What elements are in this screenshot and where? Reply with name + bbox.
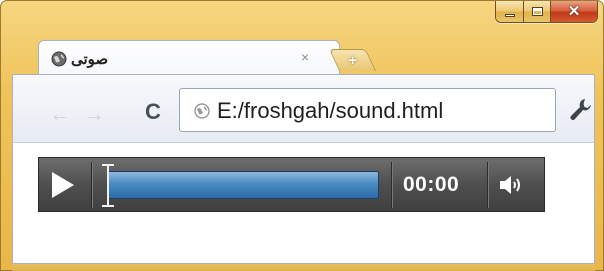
maximize-button[interactable] (523, 1, 550, 22)
seek-handle[interactable] (102, 162, 114, 208)
reload-button[interactable]: C (145, 99, 161, 125)
tab-title: صوتی (71, 51, 109, 68)
window-bottom-frame (12, 263, 595, 271)
close-icon: ✕ (567, 3, 581, 20)
window-caption-buttons: ✕ (495, 1, 598, 23)
plus-icon: + (348, 52, 358, 69)
audio-player: 00:00 (38, 157, 545, 212)
browser-window: ✕ صوتی × + ← → C E:/froshgah/sound.html (0, 0, 604, 271)
seek-bar[interactable] (107, 171, 379, 199)
seek-handle-cap-bottom (102, 205, 114, 207)
back-button[interactable]: ← (49, 101, 71, 127)
minimize-button[interactable] (496, 1, 523, 22)
volume-icon[interactable] (497, 172, 527, 198)
address-bar[interactable]: E:/froshgah/sound.html (179, 88, 556, 132)
close-window-button[interactable]: ✕ (550, 1, 597, 22)
globe-icon (51, 51, 67, 67)
tab-close-icon[interactable]: × (301, 49, 309, 65)
time-display: 00:00 (403, 173, 460, 196)
browser-toolbar: ← → C E:/froshgah/sound.html (12, 74, 595, 142)
maximize-icon (531, 7, 543, 16)
url-text: E:/froshgah/sound.html (217, 98, 444, 123)
tab-sound[interactable]: صوتی × (38, 40, 340, 75)
wrench-icon[interactable] (568, 96, 594, 122)
divider (91, 162, 92, 208)
page-content: 00:00 (12, 142, 595, 263)
divider (391, 162, 392, 208)
globe-icon (194, 103, 210, 119)
minimize-icon (504, 14, 515, 17)
seek-handle-bar (107, 165, 109, 205)
forward-button[interactable]: → (83, 101, 105, 127)
play-icon[interactable] (52, 172, 74, 198)
divider (487, 162, 488, 208)
